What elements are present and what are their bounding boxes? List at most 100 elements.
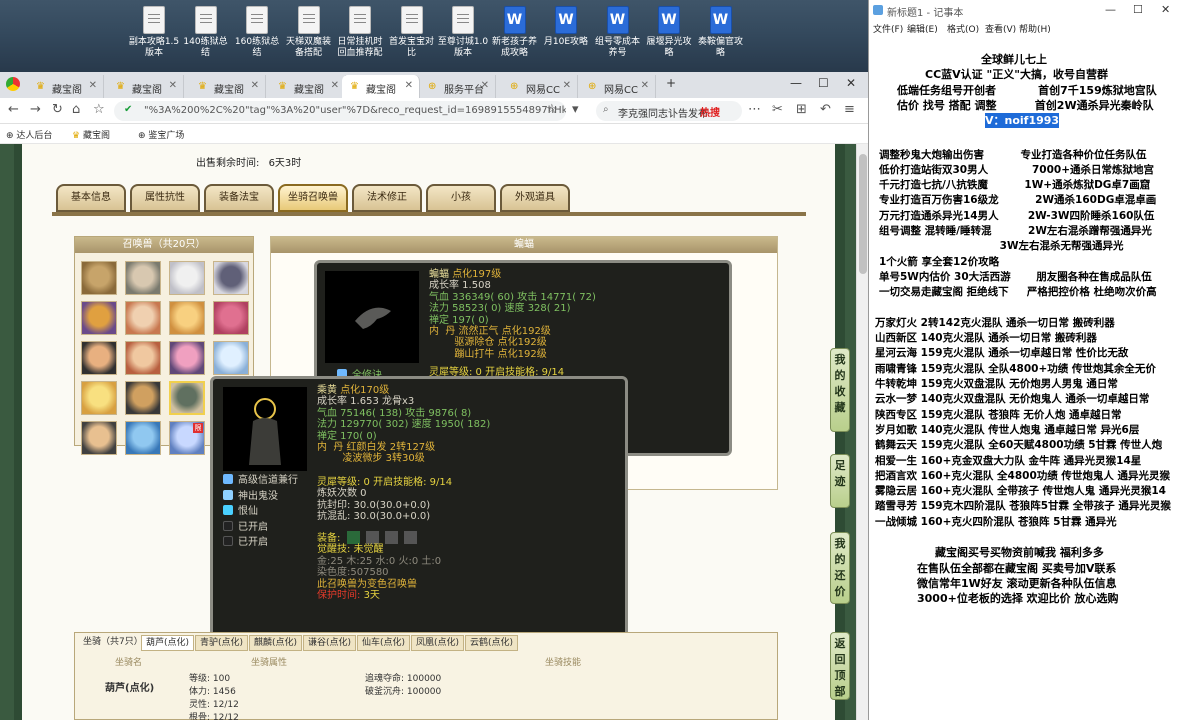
mount-tab[interactable]: 凤凰(点化) bbox=[411, 635, 465, 651]
side-nav-button[interactable]: 返回顶部 bbox=[830, 632, 850, 700]
browser-tab[interactable]: ♛ 藏宝阁 ✕ bbox=[270, 75, 346, 98]
address-bar[interactable]: ✔ "%3A%200%2C%20"tag"%3A%20"user"%7D&rec… bbox=[114, 101, 566, 121]
game-tab[interactable]: 法术修正 bbox=[352, 184, 422, 212]
desktop-icon[interactable]: W 奏鞍偏官攻 略 bbox=[695, 6, 747, 59]
notepad-menu-item[interactable]: 编辑(E) bbox=[907, 22, 938, 35]
mount-tab[interactable]: 仙车(点化) bbox=[357, 635, 411, 651]
notepad-menu-item[interactable]: 格式(O) bbox=[947, 22, 979, 35]
back-icon[interactable]: ← bbox=[8, 102, 19, 117]
mount-tab[interactable]: 麒麟(点化) bbox=[249, 635, 303, 651]
browser-tab[interactable]: ⊕ 服务平台 ✕ bbox=[420, 75, 496, 98]
summon-pet-slot[interactable] bbox=[169, 261, 205, 295]
grid-icon[interactable]: ⊞ bbox=[796, 102, 807, 117]
desktop-icon[interactable]: W 组号零成本 养号 bbox=[592, 6, 644, 59]
mount-tab[interactable]: 谦谷(点化) bbox=[303, 635, 357, 651]
game-tab[interactable]: 基本信息 bbox=[56, 184, 126, 212]
np-minimize-icon[interactable]: — bbox=[1105, 3, 1116, 16]
summon-pet-slot[interactable] bbox=[125, 301, 161, 335]
desktop-icon[interactable]: 副本攻略1.5 版本 bbox=[128, 6, 180, 59]
notepad-menu-item[interactable]: 帮助(H) bbox=[1019, 22, 1051, 35]
desktop-icon[interactable]: W 履堰异光攻 略 bbox=[643, 6, 695, 59]
summon-pet-slot[interactable] bbox=[125, 421, 161, 455]
tab-close-icon[interactable]: ✕ bbox=[481, 80, 489, 91]
new-tab-icon[interactable]: + bbox=[666, 76, 676, 90]
summon-pet-slot[interactable] bbox=[169, 381, 205, 415]
scroll-thumb[interactable] bbox=[859, 154, 867, 274]
equip-slot-icon[interactable] bbox=[384, 531, 398, 544]
summon-pet-slot[interactable] bbox=[81, 301, 117, 335]
desktop-icon[interactable]: 至尊讨城1.0 版本 bbox=[437, 6, 489, 59]
notepad-menu-item[interactable]: 查看(V) bbox=[985, 22, 1016, 35]
summon-pet-slot[interactable] bbox=[125, 381, 161, 415]
hot-search-badge[interactable]: 热搜 bbox=[700, 104, 720, 119]
summon-pet-slot[interactable] bbox=[125, 261, 161, 295]
mount-tab[interactable]: 云鹤(点化) bbox=[465, 635, 519, 651]
dropdown-icon[interactable]: ▾ bbox=[572, 102, 579, 117]
game-tab[interactable]: 外观道具 bbox=[500, 184, 570, 212]
summon-pet-slot[interactable] bbox=[213, 261, 249, 295]
side-nav-button[interactable]: 我的收藏 bbox=[830, 348, 850, 432]
summon-pet-slot[interactable] bbox=[169, 341, 205, 375]
summon-pet-slot[interactable]: 限 bbox=[169, 421, 205, 455]
tab-close-icon[interactable]: ✕ bbox=[251, 80, 259, 91]
bookmark-item[interactable]: ⊕ 鉴宝广场 bbox=[138, 128, 184, 141]
browser-tab[interactable]: ♛ 藏宝阁 ✕ bbox=[28, 75, 104, 98]
summon-pet-slot[interactable] bbox=[81, 341, 117, 375]
equip-slot-icon[interactable] bbox=[404, 531, 418, 544]
summon-pet-slot[interactable] bbox=[213, 341, 249, 375]
np-maximize-icon[interactable]: ☐ bbox=[1133, 3, 1143, 16]
tab-close-icon[interactable]: ✕ bbox=[641, 80, 649, 91]
favorite-star-icon[interactable]: ☆ bbox=[546, 102, 558, 117]
notepad-menu-item[interactable]: 文件(F) bbox=[873, 22, 903, 35]
maximize-icon[interactable]: ☐ bbox=[818, 76, 829, 90]
tab-close-icon[interactable]: ✕ bbox=[331, 80, 339, 91]
desktop-icon[interactable]: W 月10E攻略 bbox=[540, 6, 592, 48]
mount-tab[interactable]: 葫芦(点化) bbox=[141, 635, 195, 651]
game-tab[interactable]: 坐骑召唤兽 bbox=[278, 184, 348, 212]
undo-icon[interactable]: ↶ bbox=[820, 102, 831, 117]
more-icon[interactable]: ⋯ bbox=[748, 102, 761, 117]
page-scrollbar[interactable] bbox=[856, 144, 868, 720]
tab-close-icon[interactable]: ✕ bbox=[89, 80, 97, 91]
tab-close-icon[interactable]: ✕ bbox=[405, 80, 413, 91]
reload-icon[interactable]: ↻ bbox=[52, 102, 63, 117]
browser-tab[interactable]: ♛ 藏宝阁 ✕ bbox=[190, 75, 266, 98]
game-tab[interactable]: 装备法宝 bbox=[204, 184, 274, 212]
side-nav-button[interactable]: 足迹 bbox=[830, 454, 850, 508]
browser-tab[interactable]: ♛ 藏宝阁 ✕ bbox=[342, 75, 420, 98]
close-window-icon[interactable]: ✕ bbox=[846, 76, 856, 90]
menu-icon[interactable]: ≡ bbox=[844, 102, 855, 117]
np-close-icon[interactable]: ✕ bbox=[1161, 3, 1170, 16]
search-box[interactable]: ⌕ 李克强同志讣告发布 bbox=[596, 101, 742, 121]
browser-tab[interactable]: ♛ 藏宝阁 ✕ bbox=[108, 75, 184, 98]
equip-slot-icon[interactable] bbox=[346, 531, 360, 544]
summon-pet-slot[interactable] bbox=[81, 421, 117, 455]
equip-slot-icon[interactable] bbox=[365, 531, 379, 544]
notepad-text-area[interactable]: 全球鲜儿七上 CC蓝V认证 "正义"大搞，收号自营群 低端任务组号开创者 首创7千1… bbox=[869, 36, 1182, 720]
summon-pet-slot[interactable] bbox=[213, 301, 249, 335]
bookmark-star-icon[interactable]: ☆ bbox=[93, 102, 105, 117]
desktop-icon[interactable]: 140练狱总结 bbox=[180, 6, 232, 59]
bookmark-item[interactable]: ♛ 藏宝阁 bbox=[72, 128, 110, 141]
browser-tab[interactable]: ⊕ 网易CC ✕ bbox=[502, 75, 578, 98]
cut-icon[interactable]: ✂ bbox=[772, 102, 783, 117]
side-nav-button[interactable]: 我的还价 bbox=[830, 532, 850, 604]
desktop-icon[interactable]: 首发宝宝对 比 bbox=[386, 6, 438, 59]
bookmark-item[interactable]: ⊕ 达人后台 bbox=[6, 128, 52, 141]
game-tab[interactable]: 属性抗性 bbox=[130, 184, 200, 212]
desktop-icon[interactable]: 天梯双魔装 备搭配 bbox=[283, 6, 335, 59]
tab-close-icon[interactable]: ✕ bbox=[169, 80, 177, 91]
tab-close-icon[interactable]: ✕ bbox=[563, 80, 571, 91]
minimize-icon[interactable]: — bbox=[790, 76, 802, 90]
forward-icon[interactable]: → bbox=[30, 102, 41, 117]
summon-pet-slot[interactable] bbox=[81, 261, 117, 295]
home-icon[interactable]: ⌂ bbox=[72, 102, 80, 117]
browser-tab[interactable]: ⊕ 网易CC ✕ bbox=[580, 75, 656, 98]
game-tab[interactable]: 小孩 bbox=[426, 184, 496, 212]
desktop-icon[interactable]: 日常挂机时 回血推荐配 bbox=[334, 6, 386, 59]
summon-pet-slot[interactable] bbox=[169, 301, 205, 335]
mount-tab[interactable]: 青驴(点化) bbox=[195, 635, 249, 651]
desktop-icon[interactable]: W 新老孩子养 成攻略 bbox=[489, 6, 541, 59]
summon-pet-slot[interactable] bbox=[81, 381, 117, 415]
desktop-icon[interactable]: 160练狱总结 bbox=[231, 6, 283, 59]
